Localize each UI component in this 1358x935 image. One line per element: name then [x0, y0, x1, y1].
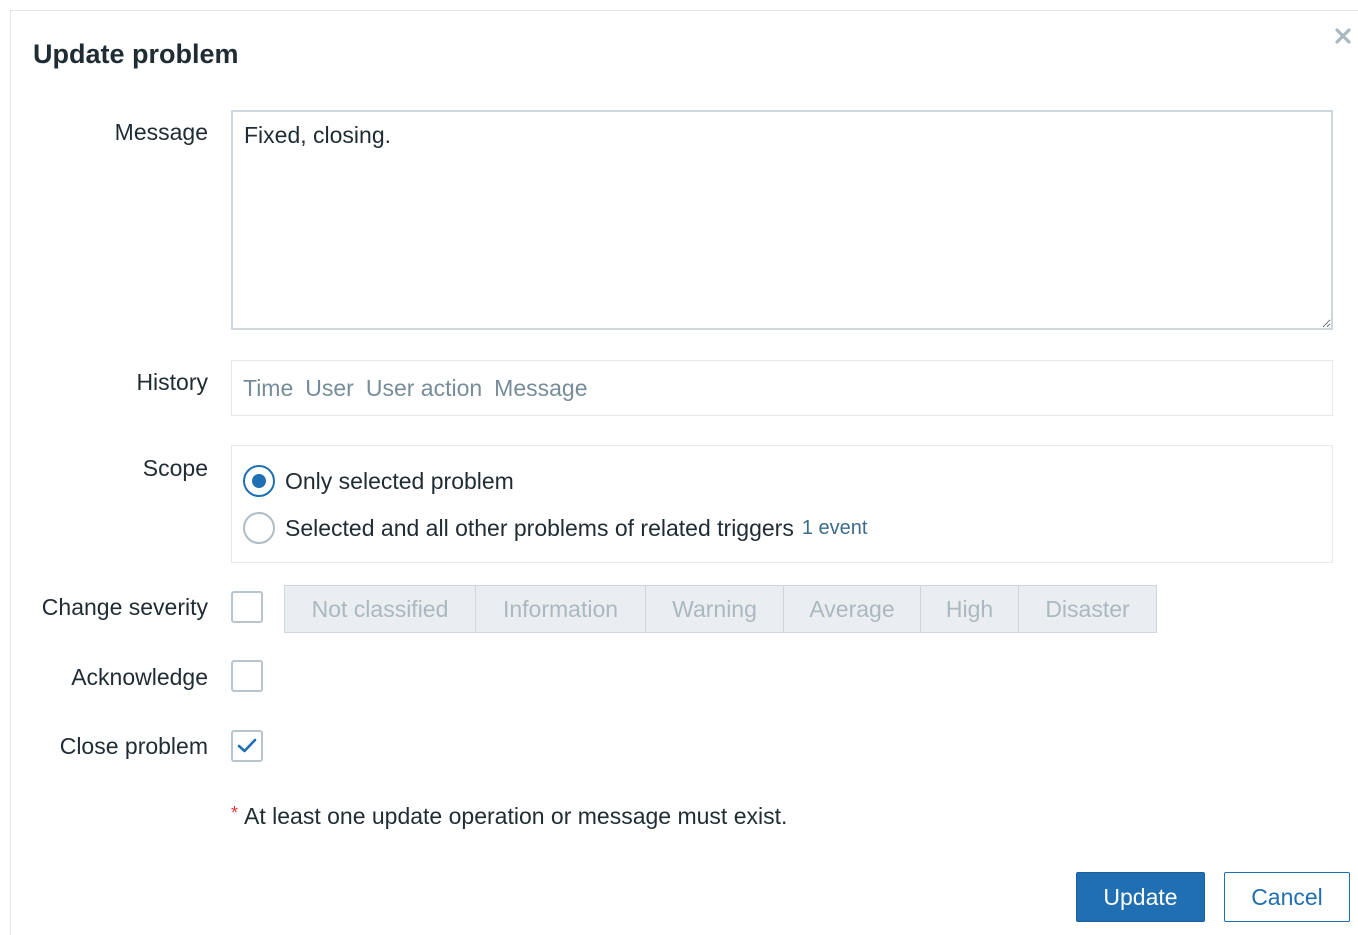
- severity-high[interactable]: High: [921, 586, 1019, 632]
- checkmark-icon: [237, 738, 257, 753]
- update-button[interactable]: Update: [1076, 872, 1205, 922]
- history-column-message: Message: [494, 374, 588, 401]
- message-textarea[interactable]: Fixed, closing.: [231, 110, 1333, 330]
- message-label: Message: [114, 119, 208, 145]
- required-note-text: At least one update operation or message…: [244, 803, 788, 829]
- radio-button[interactable]: [243, 512, 275, 544]
- severity-information[interactable]: Information: [476, 586, 646, 632]
- scope-option-label: Only selected problem: [285, 467, 514, 494]
- close-icon: [1335, 28, 1351, 44]
- history-column-time: Time: [243, 374, 294, 401]
- severity-average[interactable]: Average: [784, 586, 921, 632]
- acknowledge-label: Acknowledge: [71, 664, 208, 690]
- dialog-title: Update problem: [33, 39, 239, 69]
- acknowledge-checkbox[interactable]: [231, 660, 263, 692]
- history-table: Time User User action Message: [231, 360, 1333, 416]
- severity-not-classified[interactable]: Not classified: [285, 586, 476, 632]
- close-button[interactable]: [1330, 23, 1356, 49]
- update-problem-dialog: Update problem Message Fixed, closing. H…: [10, 10, 1358, 935]
- scope-label: Scope: [142, 455, 208, 481]
- scope-option-label: Selected and all other problems of relat…: [285, 514, 794, 541]
- radio-button-checked[interactable]: [243, 465, 275, 497]
- scope-option-related-triggers[interactable]: Selected and all other problems of relat…: [243, 512, 867, 544]
- close-problem-label: Close problem: [59, 733, 208, 759]
- severity-disaster[interactable]: Disaster: [1019, 586, 1156, 632]
- event-count-link[interactable]: 1 event: [802, 517, 868, 540]
- severity-selector: Not classified Information Warning Avera…: [284, 585, 1157, 633]
- history-column-user-action: User action: [365, 374, 483, 401]
- scope-group: Only selected problem Selected and all o…: [231, 445, 1333, 563]
- change-severity-label: Change severity: [41, 594, 208, 620]
- cancel-button[interactable]: Cancel: [1224, 872, 1350, 922]
- change-severity-checkbox[interactable]: [231, 591, 263, 623]
- history-column-user: User: [305, 374, 354, 401]
- required-asterisk: *: [231, 803, 239, 823]
- severity-warning[interactable]: Warning: [646, 586, 784, 632]
- scope-option-only-selected[interactable]: Only selected problem: [243, 465, 514, 497]
- close-problem-checkbox[interactable]: [231, 730, 263, 762]
- history-label: History: [136, 369, 208, 395]
- required-note: * At least one update operation or messag…: [231, 803, 787, 830]
